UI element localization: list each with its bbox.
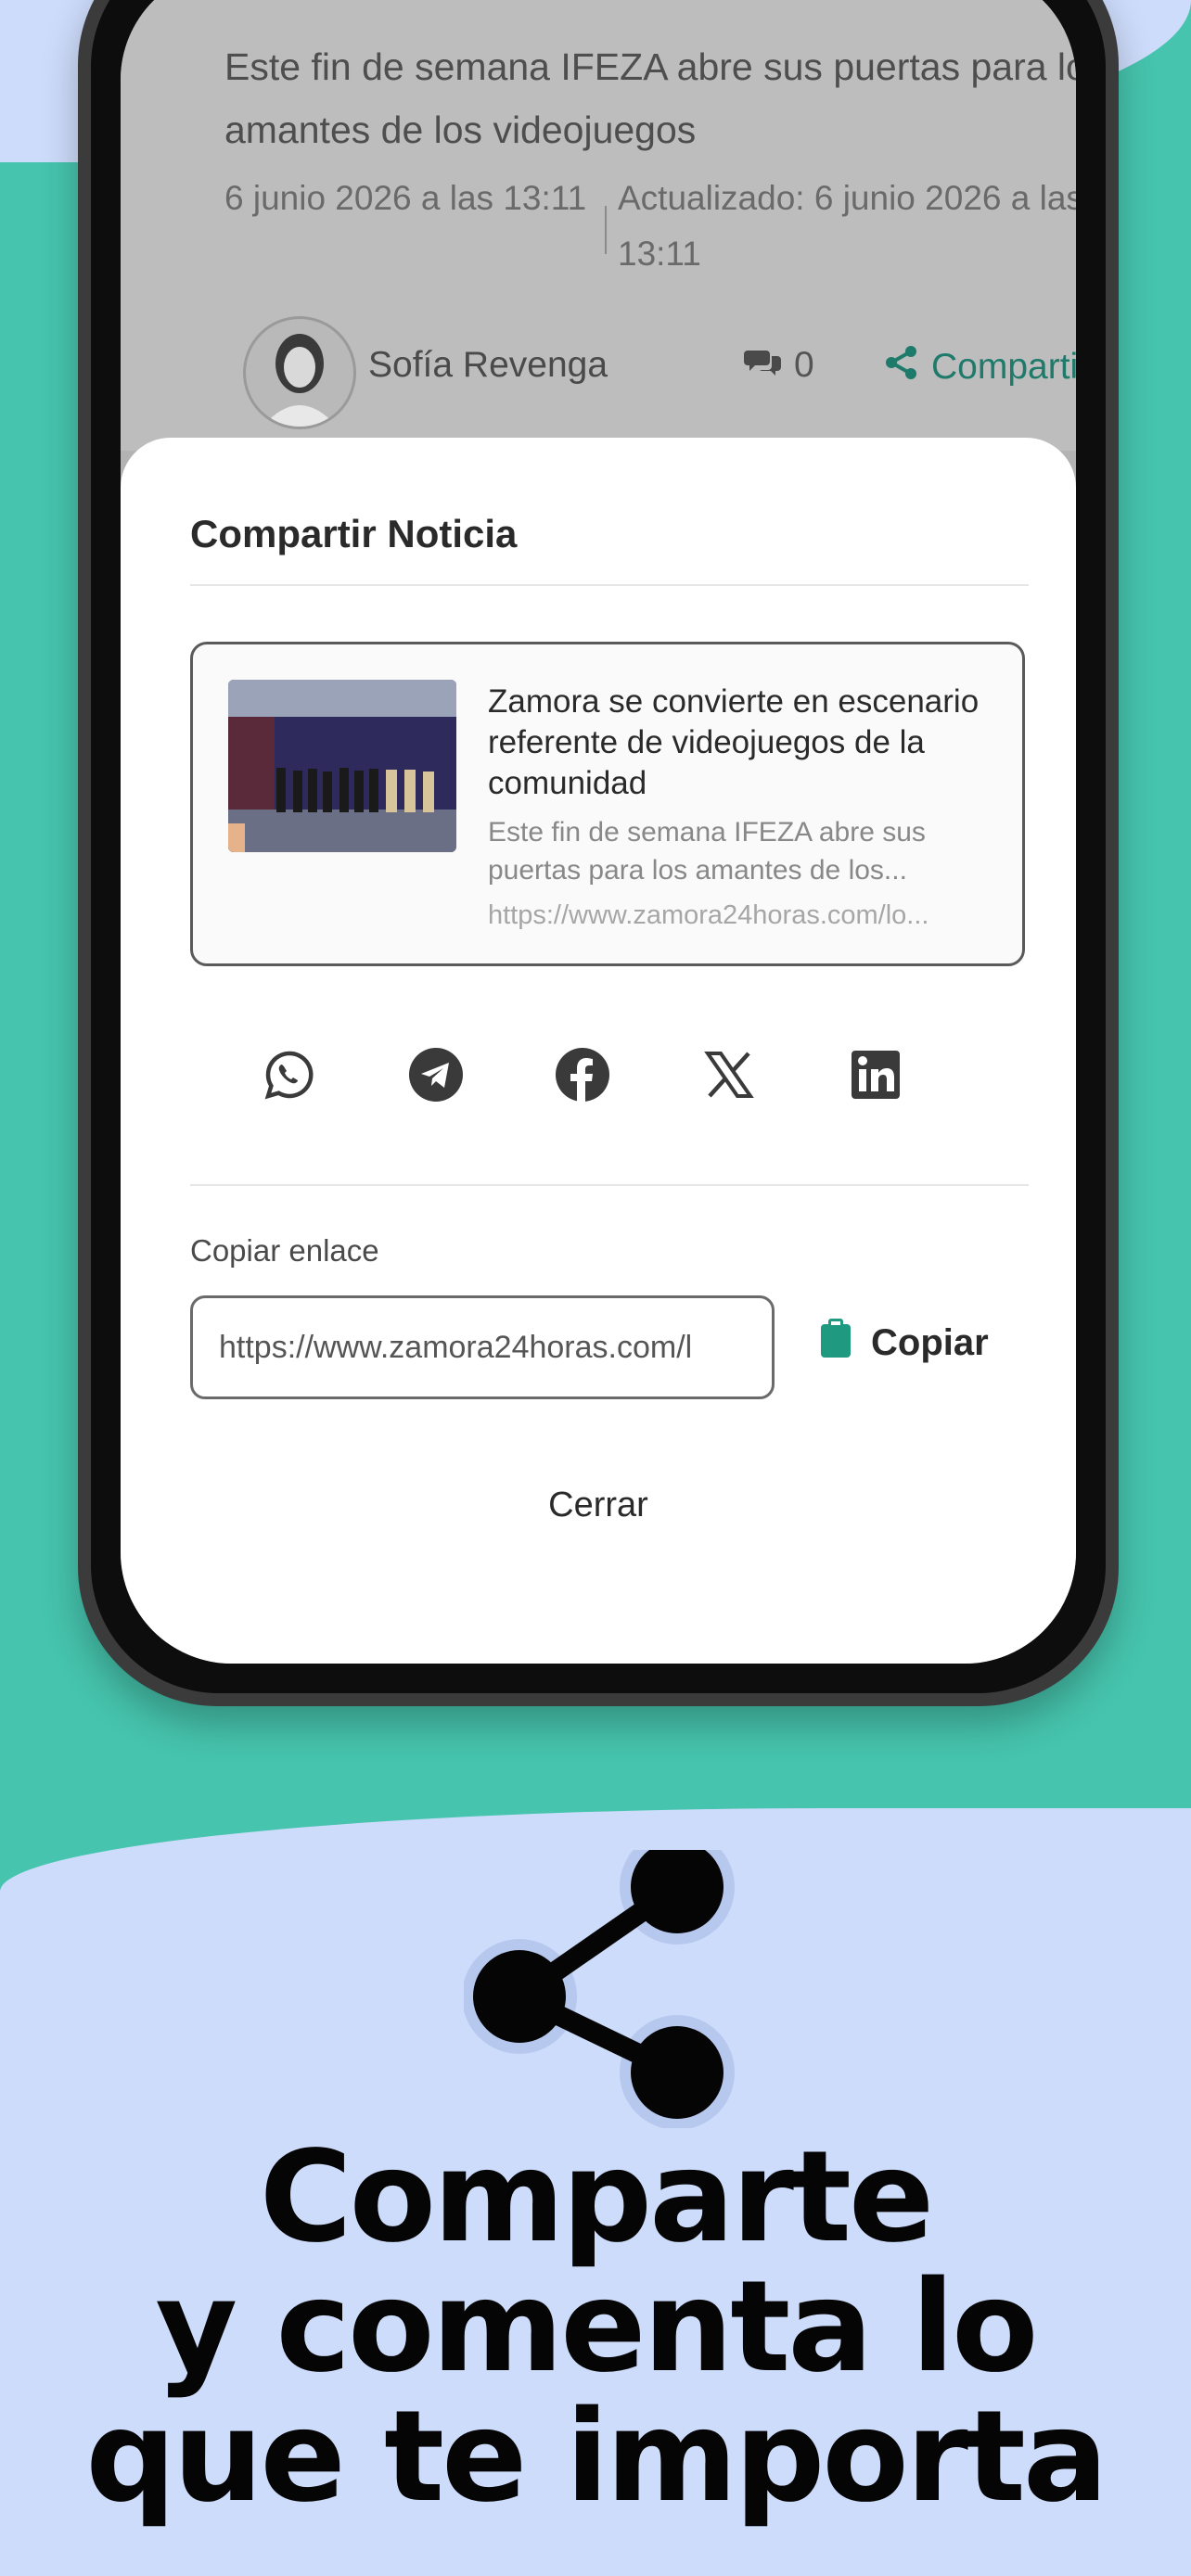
link-preview-card[interactable]: Zamora se convierte en escenario referen…: [190, 642, 1025, 966]
divider: [190, 584, 1029, 586]
clipboard-icon: [821, 1319, 851, 1367]
article-subtitle: Este fin de semana IFEZA abre sus puerta…: [224, 45, 1076, 151]
share-sheet: Compartir Noticia Zamora se convierte en…: [121, 438, 1076, 1664]
whatsapp-icon[interactable]: [260, 1045, 319, 1104]
share-sheet-title: Compartir Noticia: [190, 512, 518, 555]
preview-description: Este fin de semana IFEZA abre sus puerta…: [488, 817, 926, 886]
phone-frame: comunidad Este fin de semana IFEZA abre …: [78, 0, 1119, 1706]
comments-icon: [744, 345, 781, 386]
x-icon[interactable]: [699, 1045, 759, 1104]
share-label: Compartir: [931, 347, 1076, 387]
article-header: comunidad Este fin de semana IFEZA abre …: [121, 0, 1076, 451]
phone-bezel: comunidad Este fin de semana IFEZA abre …: [91, 0, 1106, 1693]
divider: [190, 1184, 1029, 1186]
article-updated: Actualizado: 6 junio 2026 a las 13:11: [618, 179, 1076, 273]
social-share-row: [260, 1045, 965, 1110]
copy-button[interactable]: Copiar: [821, 1319, 989, 1367]
meta-divider: [605, 206, 607, 254]
preview-url: https://www.zamora24horas.com/lo...: [488, 900, 929, 930]
copy-link-label: Copiar enlace: [190, 1233, 379, 1268]
share-icon: [885, 345, 918, 389]
telegram-icon[interactable]: [406, 1045, 466, 1104]
promo-headline: Comparte y comenta lo que te importa: [0, 2133, 1191, 2522]
close-button[interactable]: Cerrar: [121, 1486, 1076, 1525]
phone-screen: comunidad Este fin de semana IFEZA abre …: [121, 0, 1076, 1664]
facebook-icon[interactable]: [553, 1045, 612, 1104]
promo-line-2: y comenta lo: [155, 2254, 1038, 2401]
promo-line-1: Comparte: [259, 2124, 934, 2271]
share-button[interactable]: Compartir: [885, 345, 1076, 389]
linkedin-icon[interactable]: [846, 1045, 905, 1104]
comments-button[interactable]: 0: [744, 345, 814, 386]
author-name[interactable]: Sofía Revenga: [368, 345, 608, 386]
preview-thumbnail: [228, 680, 456, 852]
preview-title: Zamora se convierte en escenario referen…: [488, 683, 980, 801]
comment-count: 0: [794, 345, 814, 385]
promo-line-3: que te importa: [85, 2384, 1108, 2531]
copy-link-field[interactable]: https://www.zamora24horas.com/l: [190, 1295, 775, 1399]
avatar[interactable]: [243, 316, 356, 429]
copy-button-label: Copiar: [871, 1321, 989, 1363]
share-icon: [462, 1830, 742, 2130]
article-date: 6 junio 2026 a las 13:11: [224, 179, 587, 217]
